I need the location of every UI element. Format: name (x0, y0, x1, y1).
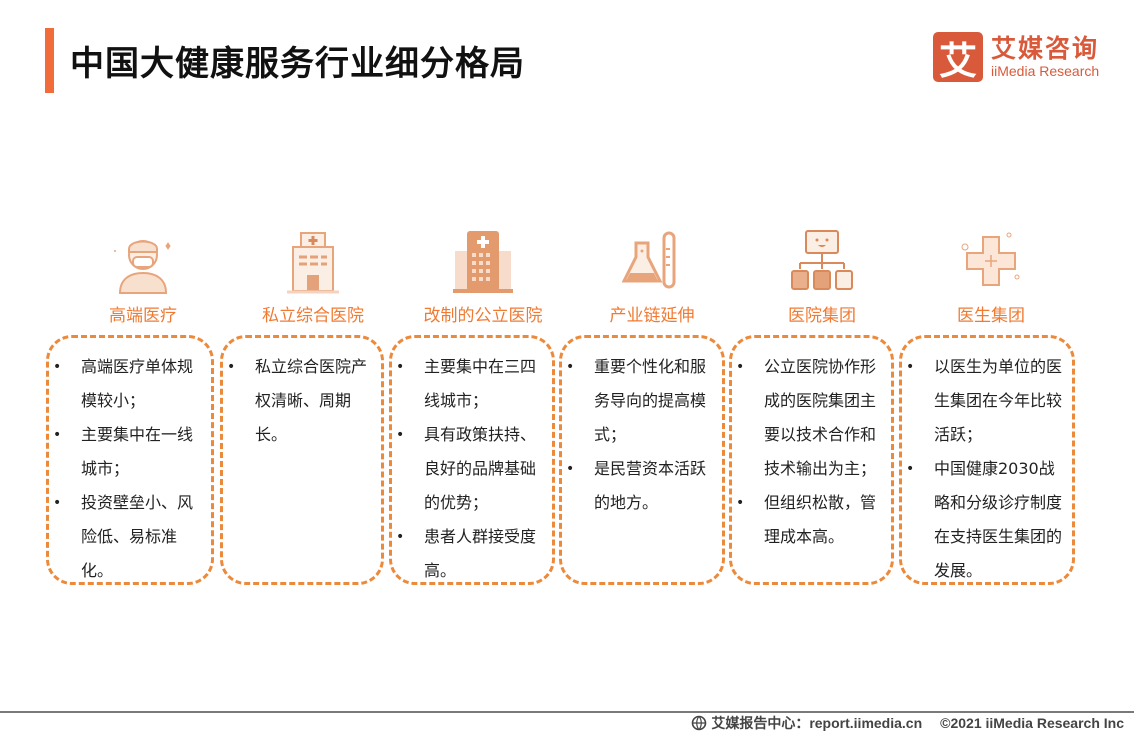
bullet-item: • 重要个性化和服务导向的提高模式； (566, 350, 714, 452)
doctor-icon (58, 225, 228, 295)
category-column: 医院集团 (737, 225, 907, 327)
footer: 艾媒报告中心：report.iimedia.cn ©2021 iiMedia R… (691, 713, 1124, 733)
logo-name-en: iiMedia Research (991, 63, 1100, 79)
footer-source: 艾媒报告中心：report.iimedia.cn (711, 715, 923, 731)
category-column: 改制的公立医院 (398, 225, 568, 327)
bullet-text: 中国健康2030战略和分级诊疗制度在支持医生集团的发展。 (934, 459, 1063, 580)
bullet-dot-icon: • (566, 359, 575, 375)
logo-mark: 艾 (933, 32, 983, 83)
org-chart-icon (737, 225, 907, 295)
category-label: 医生集团 (957, 306, 1025, 326)
bullet-item: • 中国健康2030战略和分级诊疗制度在支持医生集团的发展。 (906, 452, 1064, 588)
category-column: 医生集团 (906, 225, 1076, 327)
category-label: 医院集团 (788, 306, 856, 326)
category-label: 私立综合医院 (262, 306, 364, 326)
category-column: 高端医疗 (58, 225, 228, 327)
bullet-dot-icon: • (53, 427, 62, 443)
bullet-text: 患者人群接受度高。 (424, 527, 537, 580)
page-title: 中国大健康服务行业细分格局 (70, 44, 525, 84)
category-card: • 高端医疗单体规模较小； • 主要集中在一线城市； • 投资壁垒小、风险低、易标准… (46, 335, 214, 585)
medical-cross-icon (906, 225, 1076, 295)
bullet-dot-icon: • (53, 495, 62, 511)
bullet-item: • 是民营资本活跃的地方。 (566, 452, 714, 520)
bullet-item: • 私立综合医院产权清晰、周期长。 (227, 350, 373, 452)
bullet-dot-icon: • (906, 461, 915, 477)
logo: 艾 艾媒咨询 iiMedia Research (933, 32, 1100, 83)
bullet-text: 高端医疗单体规模较小； (81, 357, 194, 410)
bullet-item: • 患者人群接受度高。 (396, 520, 544, 588)
bullet-text: 是民营资本活跃的地方。 (594, 459, 707, 512)
bullet-dot-icon: • (227, 359, 236, 375)
bullet-dot-icon: • (736, 359, 745, 375)
bullet-item: • 但组织松散，管理成本高。 (736, 486, 883, 554)
bullet-item: • 高端医疗单体规模较小； (53, 350, 203, 418)
bullet-text: 但组织松散，管理成本高。 (764, 493, 877, 546)
bullet-text: 私立综合医院产权清晰、周期长。 (255, 357, 368, 444)
bullet-text: 公立医院协作形成的医院集团主要以技术合作和技术输出为主； (764, 357, 877, 478)
footer-copyright: ©2021 iiMedia Research Inc (940, 715, 1124, 731)
category-card: • 主要集中在三四线城市； • 具有政策扶持、良好的品牌基础的优势； • 患者人群接… (389, 335, 555, 585)
logo-name-cn: 艾媒咨询 (991, 34, 1100, 63)
lab-flask-icon (567, 225, 737, 295)
hospital-building-icon (228, 225, 398, 295)
bullet-item: • 具有政策扶持、良好的品牌基础的优势； (396, 418, 544, 520)
globe-icon (692, 715, 707, 731)
bullet-dot-icon: • (396, 529, 405, 545)
category-card: • 重要个性化和服务导向的提高模式； • 是民营资本活跃的地方。 (559, 335, 725, 585)
bullet-dot-icon: • (396, 427, 405, 443)
category-label: 高端医疗 (109, 306, 177, 326)
bullet-item: • 主要集中在一线城市； (53, 418, 203, 486)
bullet-text: 以医生为单位的医生集团在今年比较活跃； (934, 357, 1063, 444)
bullet-dot-icon: • (906, 359, 915, 375)
bullet-text: 具有政策扶持、良好的品牌基础的优势； (424, 425, 537, 512)
bullet-item: • 以医生为单位的医生集团在今年比较活跃； (906, 350, 1064, 452)
bullet-text: 投资壁垒小、风险低、易标准化。 (81, 493, 194, 580)
bullet-text: 重要个性化和服务导向的提高模式； (594, 357, 707, 444)
public-hospital-icon (398, 225, 568, 295)
bullet-text: 主要集中在一线城市； (81, 425, 194, 478)
category-label: 产业链延伸 (609, 306, 695, 326)
title-accent-bar (45, 28, 54, 93)
category-column: 私立综合医院 (228, 225, 398, 327)
category-label: 改制的公立医院 (423, 306, 543, 326)
bullet-item: • 公立医院协作形成的医院集团主要以技术合作和技术输出为主； (736, 350, 883, 486)
bullet-item: • 投资壁垒小、风险低、易标准化。 (53, 486, 203, 588)
category-column: 产业链延伸 (567, 225, 737, 327)
category-card: • 以医生为单位的医生集团在今年比较活跃； • 中国健康2030战略和分级诊疗制度… (899, 335, 1075, 585)
category-card: • 公立医院协作形成的医院集团主要以技术合作和技术输出为主； • 但组织松散，管理… (729, 335, 894, 585)
bullet-dot-icon: • (736, 495, 745, 511)
bullet-dot-icon: • (396, 359, 405, 375)
bullet-dot-icon: • (566, 461, 575, 477)
category-card: • 私立综合医院产权清晰、周期长。 (220, 335, 384, 585)
bullet-dot-icon: • (53, 359, 62, 375)
bullet-text: 主要集中在三四线城市； (424, 357, 537, 410)
bullet-item: • 主要集中在三四线城市； (396, 350, 544, 418)
